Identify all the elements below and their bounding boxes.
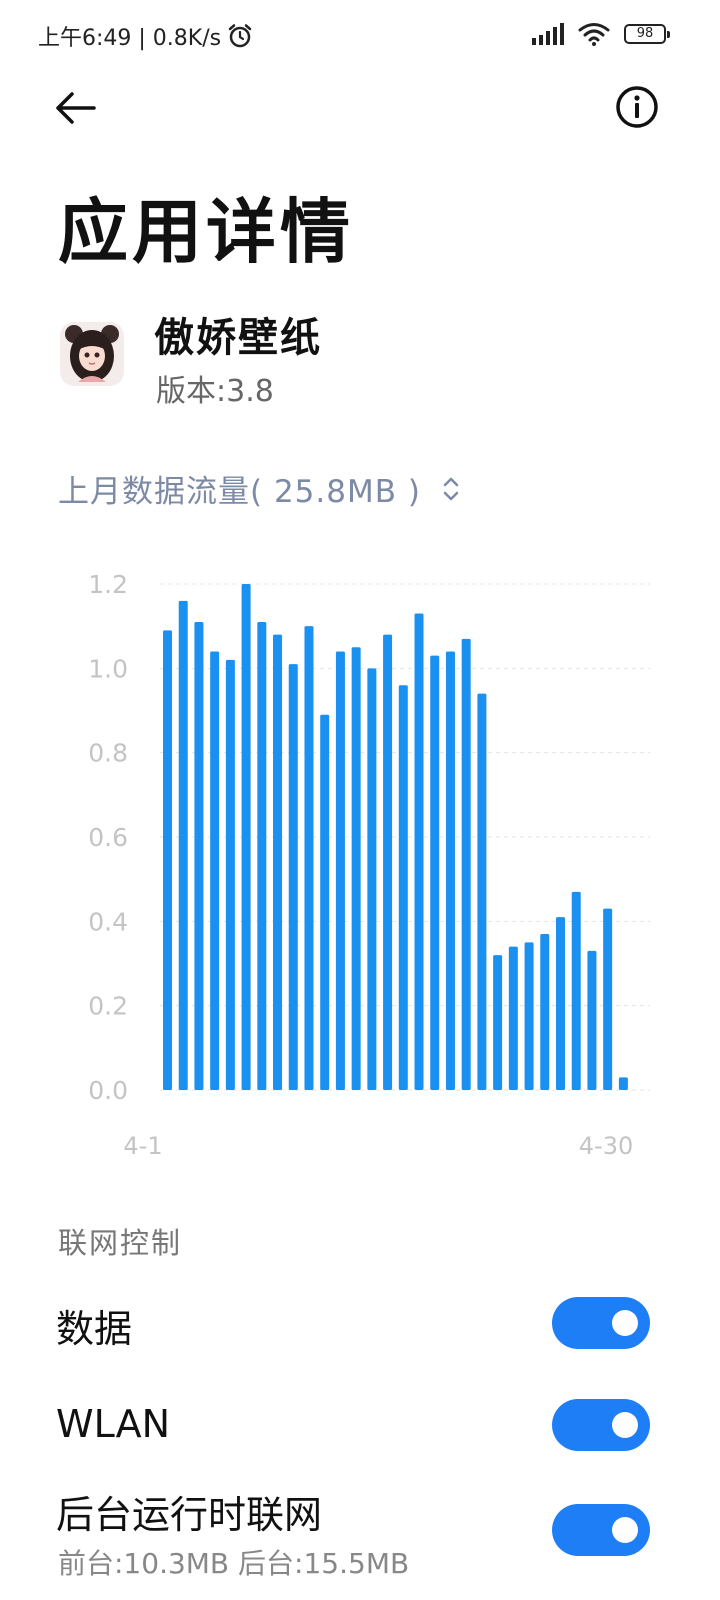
y-tick-label: 0.4 <box>88 907 128 936</box>
data-usage-chart: 1.2 1.0 0.8 0.6 0.4 0.2 0.0 4-1 4-30 <box>88 570 650 1160</box>
x-end-label: 4-30 <box>579 1132 633 1160</box>
chart-bar <box>304 626 314 1090</box>
chart-bar <box>556 917 565 1090</box>
chart-bar <box>178 600 188 1090</box>
chart-bar <box>618 1077 628 1090</box>
data-usage-label: 上月数据流量( 25.8MB ) <box>58 474 421 510</box>
chart-bar <box>383 634 393 1090</box>
x-start-label: 4-1 <box>123 1132 162 1160</box>
app-name: 傲娇壁纸 <box>154 315 322 361</box>
chart-bar <box>414 613 424 1090</box>
toggle-knob <box>612 1517 638 1543</box>
y-tick-label: 0.0 <box>88 1076 128 1105</box>
chart-bar <box>351 647 361 1090</box>
mobile-data-toggle[interactable] <box>552 1297 650 1349</box>
app-avatar-image <box>60 322 124 386</box>
y-tick-label: 0.8 <box>88 739 128 768</box>
info-icon[interactable] <box>614 84 660 130</box>
chart-bar <box>194 621 204 1090</box>
chart-bar <box>430 655 440 1090</box>
chart-bar <box>335 651 345 1090</box>
signal-icon <box>532 23 564 45</box>
status-right: 98 <box>532 22 670 46</box>
data-usage-period-selector[interactable]: 上月数据流量( 25.8MB ) <box>58 466 461 511</box>
chart-bar <box>461 638 471 1090</box>
chart-bar <box>493 955 503 1090</box>
chart-bar <box>288 664 298 1090</box>
chart-bar <box>320 714 330 1090</box>
status-left: 上午6:49 | 0.8K/s <box>38 20 253 52</box>
y-tick-label: 0.2 <box>88 992 128 1021</box>
chart-bar <box>241 584 251 1090</box>
mobile-data-label: 数据 <box>56 1307 133 1351</box>
app-icon <box>60 322 124 386</box>
chart-bar <box>163 630 172 1090</box>
chart-bar <box>508 946 518 1090</box>
background-network-toggle[interactable] <box>552 1504 650 1556</box>
up-down-chevron-icon <box>443 477 459 500</box>
chart-bar <box>257 621 267 1090</box>
chart-bar <box>225 659 235 1090</box>
app-version: 版本:3.8 <box>156 374 274 409</box>
page-title: 应用详情 <box>58 191 354 273</box>
background-network-label: 后台运行时联网 <box>56 1493 323 1537</box>
chart-bar <box>540 933 550 1090</box>
toggle-knob <box>612 1310 638 1336</box>
chart-bar <box>477 693 487 1090</box>
chart-bar <box>210 651 220 1090</box>
chart-bar <box>273 634 283 1090</box>
wlan-label: WLAN <box>56 1402 171 1446</box>
wifi-icon <box>578 23 610 46</box>
chart-bar <box>571 891 581 1090</box>
toggle-knob <box>612 1412 638 1438</box>
wlan-toggle[interactable] <box>552 1399 650 1451</box>
chart-bar <box>398 685 408 1090</box>
y-tick-label: 0.6 <box>88 823 128 852</box>
alarm-icon <box>228 24 252 48</box>
chart-bar <box>524 942 534 1090</box>
chart-bar <box>367 668 377 1090</box>
chart-bar <box>603 908 613 1090</box>
chart-bar <box>445 651 455 1090</box>
chart-bar <box>587 950 597 1090</box>
battery-icon: 98 <box>624 24 670 44</box>
background-network-usage: 前台:10.3MB 后台:15.5MB <box>58 1547 410 1580</box>
status-bar: 上午6:49 | 0.8K/s 98 <box>0 0 720 70</box>
back-arrow-icon[interactable] <box>52 84 100 132</box>
y-tick-label: 1.0 <box>88 654 128 683</box>
status-time-speed: 上午6:49 | 0.8K/s <box>38 26 222 51</box>
y-tick-label: 1.2 <box>88 570 128 599</box>
battery-level: 98 <box>636 26 654 41</box>
network-control-section-title: 联网控制 <box>58 1226 183 1260</box>
